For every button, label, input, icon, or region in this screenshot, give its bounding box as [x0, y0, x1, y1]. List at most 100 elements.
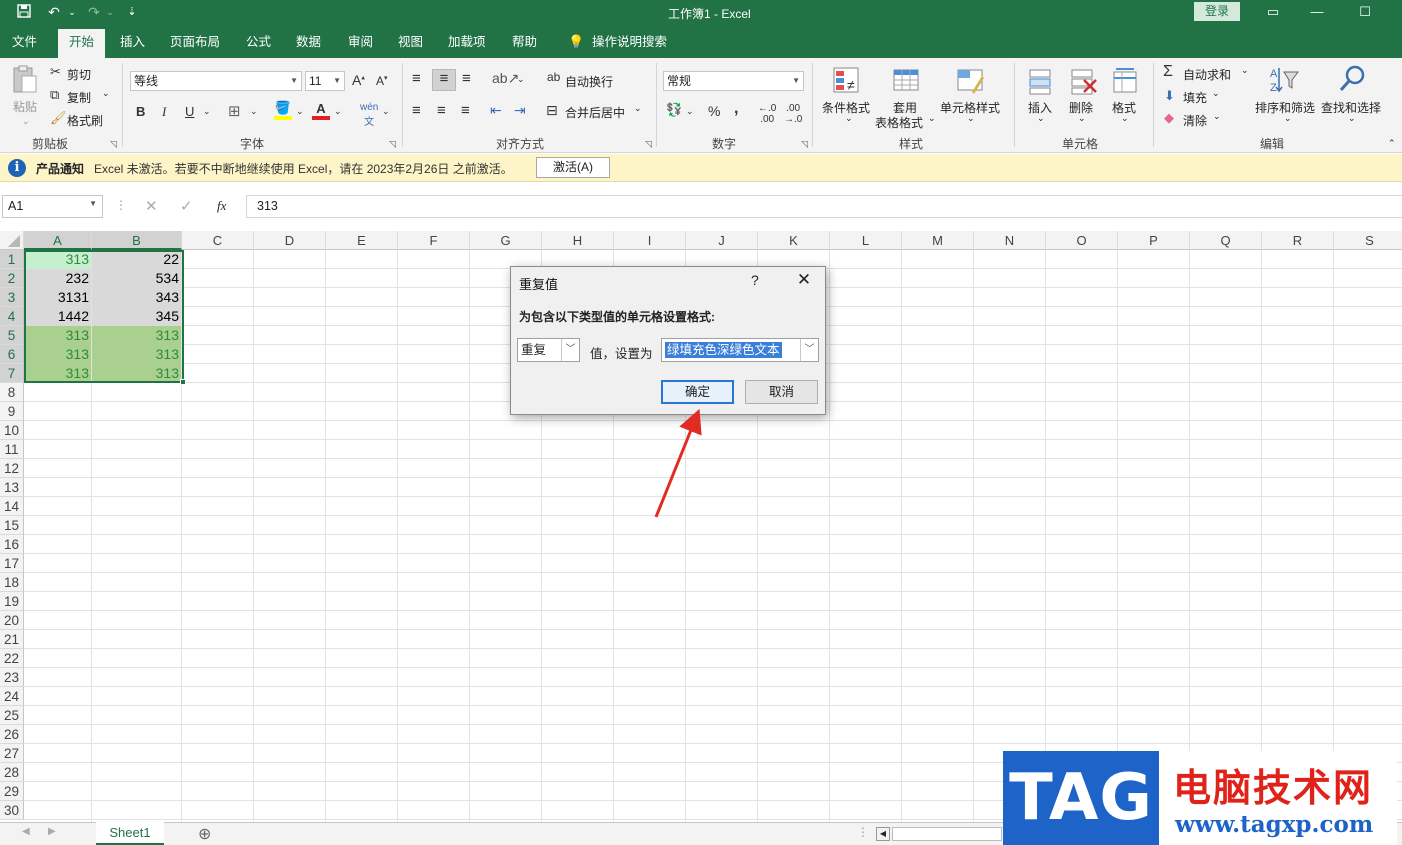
help-button[interactable]: ? [751, 272, 759, 288]
sheet-tab-sheet1[interactable]: Sheet1 [96, 822, 164, 845]
column-header[interactable]: B [92, 231, 182, 250]
font-launcher-icon[interactable]: ◹ [389, 139, 396, 150]
number-launcher-icon[interactable]: ◹ [801, 139, 808, 150]
maximize-icon[interactable]: ☐ [1350, 3, 1380, 21]
row-header[interactable]: 8 [0, 383, 24, 402]
decrease-font-icon[interactable]: A▾ [376, 74, 388, 88]
formula-input[interactable]: 313 [246, 195, 1402, 218]
clear-button[interactable]: 清除 [1183, 112, 1207, 129]
clipboard-launcher-icon[interactable]: ◹ [110, 139, 117, 150]
copy-button[interactable]: 复制 [67, 89, 91, 106]
align-middle-icon[interactable]: ≡ [432, 69, 456, 91]
find-select-icon[interactable] [1338, 64, 1368, 94]
tab-split-icon[interactable]: ⋮ [857, 825, 869, 839]
ribbon-display-icon[interactable]: ▭ [1258, 3, 1288, 21]
conditional-format-icon[interactable]: ≠ [832, 66, 862, 96]
font-color-icon[interactable]: A [312, 101, 330, 120]
column-header[interactable]: N [974, 231, 1046, 250]
column-header[interactable]: S [1334, 231, 1402, 250]
save-icon[interactable] [14, 3, 34, 21]
row-header[interactable]: 27 [0, 744, 24, 763]
row-header[interactable]: 13 [0, 478, 24, 497]
underline-button[interactable]: U [185, 104, 194, 119]
tab-data[interactable]: 数据 [288, 31, 329, 58]
column-header[interactable]: L [830, 231, 902, 250]
format-cells-icon[interactable] [1110, 66, 1140, 96]
font-name-select[interactable]: 等线 ▼ [130, 71, 302, 91]
fill-button[interactable]: 填充 [1183, 89, 1207, 106]
format-painter-button[interactable]: 格式刷 [67, 112, 103, 129]
increase-indent-icon[interactable]: ⇥ [514, 102, 526, 119]
row-header[interactable]: 5 [0, 326, 24, 345]
phonetic-dropdown-icon[interactable]: ⌄ [382, 106, 390, 117]
clear-dropdown-icon[interactable]: ⌄ [1213, 111, 1221, 122]
horizontal-scrollbar[interactable] [892, 827, 1002, 841]
border-dropdown-icon[interactable]: ⌄ [250, 106, 258, 117]
row-header[interactable]: 18 [0, 573, 24, 592]
row-header[interactable]: 14 [0, 497, 24, 516]
font-size-select[interactable]: 11 ▼ [305, 71, 345, 91]
column-header[interactable]: C [182, 231, 254, 250]
row-header[interactable]: 19 [0, 592, 24, 611]
fill-color-icon[interactable]: 🪣 [274, 100, 292, 120]
cell-styles-dropdown-icon[interactable]: ⌄ [967, 113, 975, 124]
column-header[interactable]: I [614, 231, 686, 250]
accounting-format-icon[interactable]: 💱 [666, 102, 682, 118]
row-header[interactable]: 21 [0, 630, 24, 649]
underline-dropdown-icon[interactable]: ⌄ [203, 106, 211, 117]
increase-decimal-icon[interactable]: ←.0.00 [758, 103, 776, 125]
row-header[interactable]: 6 [0, 345, 24, 364]
row-header[interactable]: 29 [0, 782, 24, 801]
align-center-icon[interactable]: ≡ [437, 102, 446, 119]
row-header[interactable]: 11 [0, 440, 24, 459]
accounting-dropdown-icon[interactable]: ⌄ [686, 106, 694, 117]
percent-button[interactable]: % [708, 103, 720, 119]
tell-me-search[interactable]: 操作说明搜索 [584, 31, 675, 58]
insert-dropdown-icon[interactable]: ⌄ [1037, 113, 1045, 124]
confirm-entry-icon[interactable]: ✓ [180, 197, 193, 215]
row-header[interactable]: 12 [0, 459, 24, 478]
column-header[interactable]: J [686, 231, 758, 250]
align-bottom-icon[interactable]: ≡ [462, 70, 471, 87]
tab-view[interactable]: 视图 [390, 31, 431, 58]
login-button[interactable]: 登录 [1194, 2, 1240, 21]
align-left-icon[interactable]: ≡ [412, 102, 421, 119]
increase-font-icon[interactable]: A▴ [352, 72, 365, 88]
redo-dropdown-icon[interactable]: ⌄ [100, 3, 120, 21]
sort-filter-icon[interactable]: AZ [1268, 64, 1299, 94]
format-select[interactable]: 绿填充色深绿色文本 ﹀ [661, 338, 819, 362]
merge-dropdown-icon[interactable]: ⌄ [634, 103, 642, 114]
insert-function-icon[interactable]: fx [217, 198, 226, 214]
activate-button[interactable]: 激活(A) [536, 157, 610, 178]
delete-dropdown-icon[interactable]: ⌄ [1078, 113, 1086, 124]
row-header[interactable]: 16 [0, 535, 24, 554]
bold-button[interactable]: B [136, 104, 145, 119]
cut-button[interactable]: 剪切 [67, 66, 91, 83]
row-header[interactable]: 23 [0, 668, 24, 687]
paste-dropdown-icon[interactable]: ⌄ [22, 116, 30, 127]
tab-home[interactable]: 开始 [58, 29, 106, 58]
tab-addins[interactable]: 加载项 [440, 31, 494, 58]
tab-help[interactable]: 帮助 [504, 31, 545, 58]
row-header[interactable]: 28 [0, 763, 24, 782]
cancel-entry-icon[interactable]: ✕ [145, 197, 158, 215]
column-header[interactable]: Q [1190, 231, 1262, 250]
row-header[interactable]: 10 [0, 421, 24, 440]
find-dropdown-icon[interactable]: ⌄ [1348, 113, 1356, 124]
column-header[interactable]: F [398, 231, 470, 250]
orientation-dropdown-icon[interactable]: ⌄ [517, 74, 525, 85]
sort-dropdown-icon[interactable]: ⌄ [1284, 113, 1292, 124]
paste-label[interactable]: 粘贴 [13, 98, 37, 115]
row-header[interactable]: 9 [0, 402, 24, 421]
row-header[interactable]: 1 [0, 250, 24, 269]
close-icon[interactable]: ✕ [793, 270, 815, 290]
phonetic-icon[interactable]: wén 文 [360, 102, 378, 128]
row-header[interactable]: 7 [0, 364, 24, 383]
row-header[interactable]: 20 [0, 611, 24, 630]
align-top-icon[interactable]: ≡ [412, 70, 421, 87]
column-header[interactable]: D [254, 231, 326, 250]
number-format-select[interactable]: 常规 ▼ [663, 71, 804, 91]
undo-dropdown-icon[interactable]: ⌄ [62, 3, 82, 21]
format-table-dropdown-icon[interactable]: ⌄ [928, 113, 936, 124]
column-header[interactable]: K [758, 231, 830, 250]
